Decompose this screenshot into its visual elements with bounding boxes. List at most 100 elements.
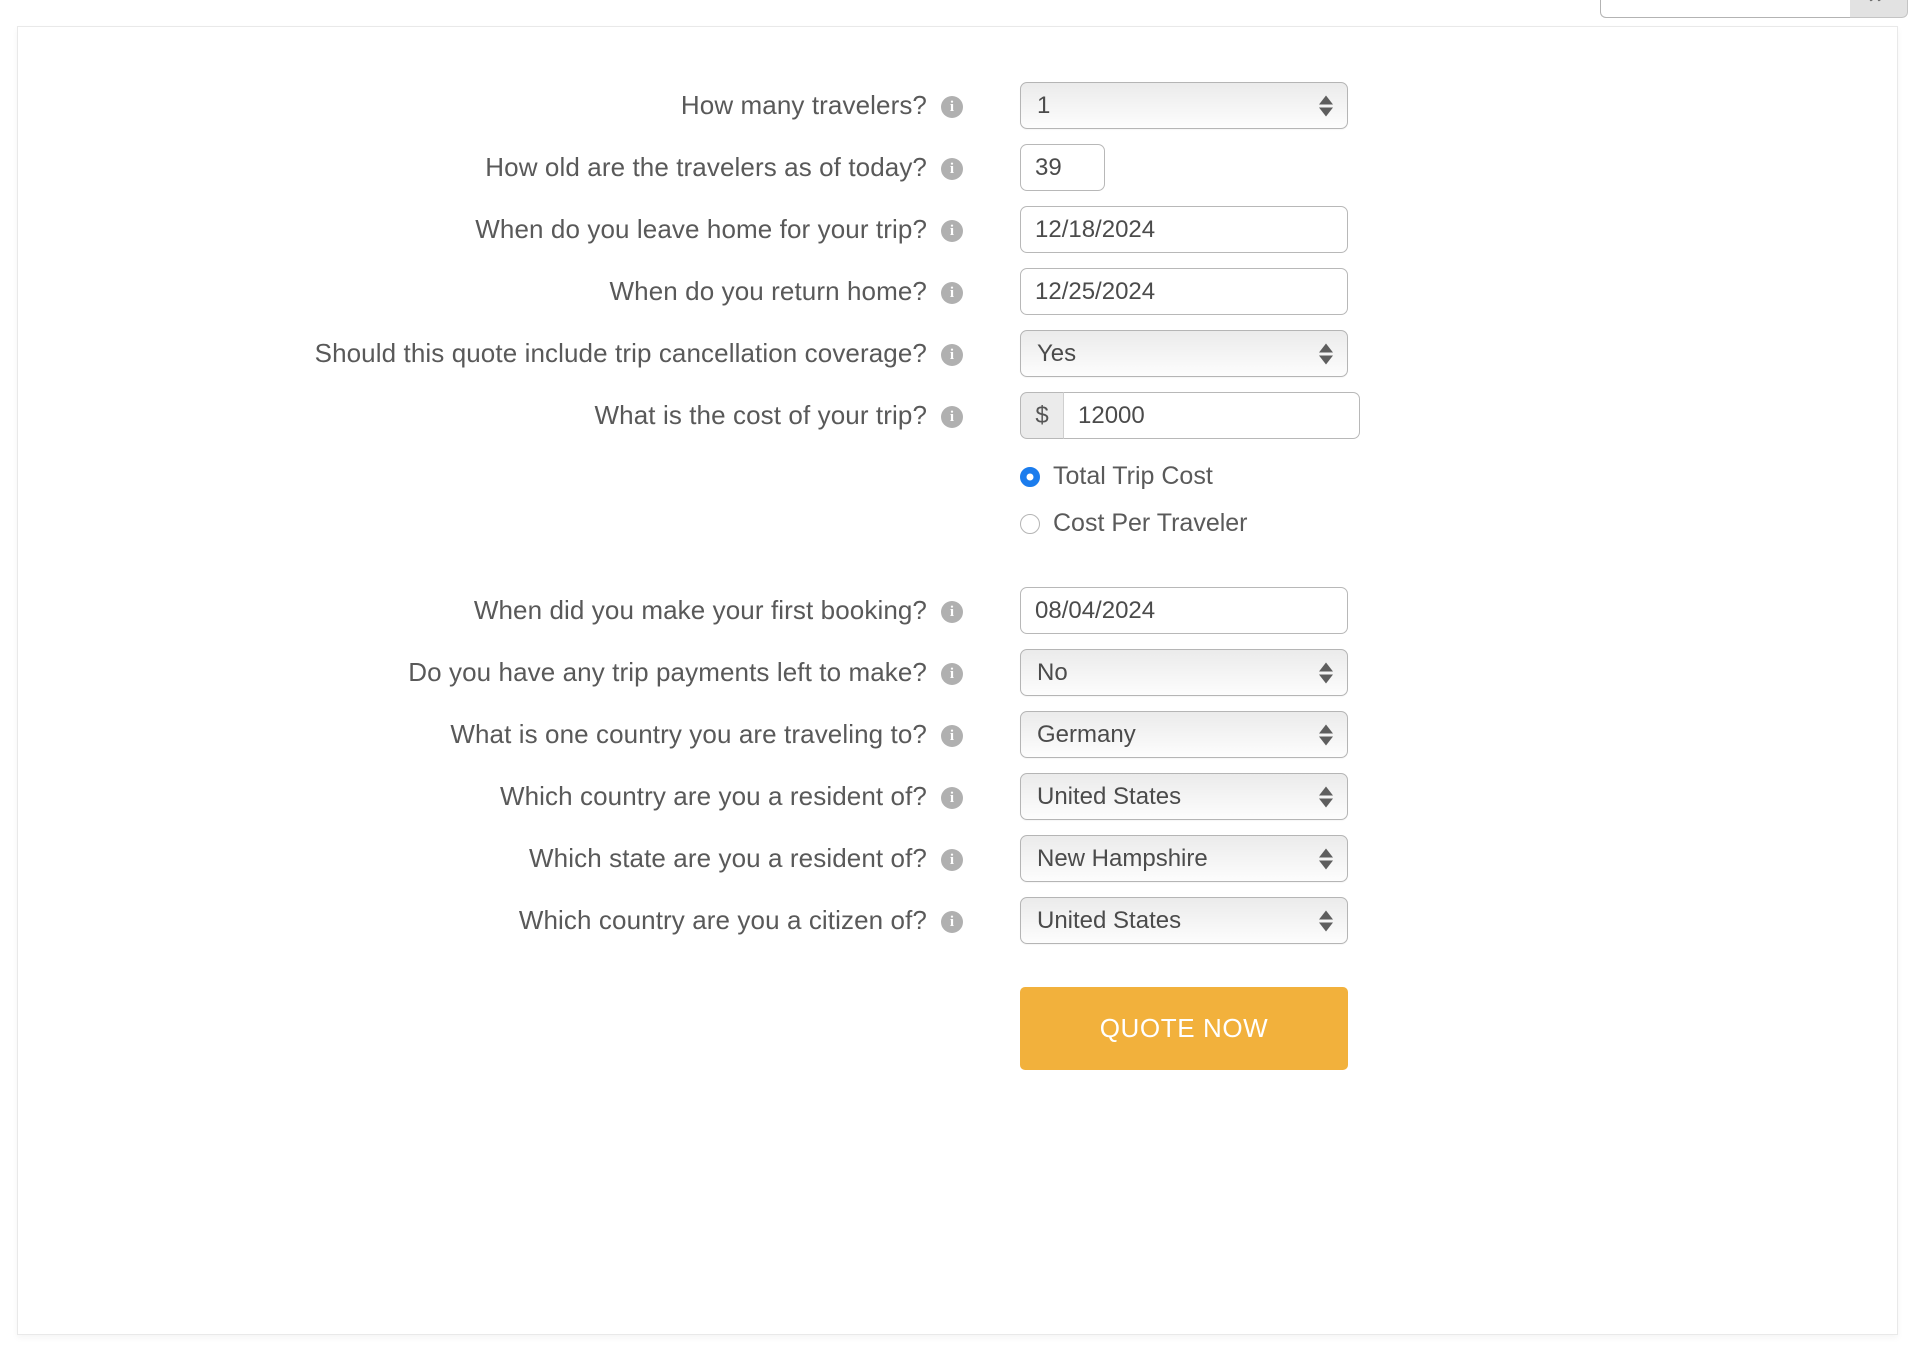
currency-symbol-addon: $ [1020, 392, 1064, 439]
label-payments-left-text: Do you have any trip payments left to ma… [408, 657, 927, 688]
label-destination-country-text: What is one country you are traveling to… [450, 719, 927, 750]
chevron-updown-icon [1319, 848, 1333, 869]
select-citizenship-country-value: United States [1037, 906, 1182, 934]
info-icon-depart-date[interactable]: i [941, 219, 963, 242]
input-traveler-ages[interactable] [1020, 144, 1105, 191]
radio-icon-selected [1020, 466, 1040, 487]
info-icon-residence-state[interactable]: i [941, 848, 963, 871]
info-icon-destination-country[interactable]: i [941, 724, 963, 747]
form-row-travelers: How many travelers? i 1 [18, 82, 1897, 129]
chevron-updown-icon [1319, 662, 1333, 683]
select-destination-country-value: Germany [1037, 720, 1136, 748]
info-icon-trip-cost[interactable]: i [941, 405, 963, 428]
form-row-residence-state: Which state are you a resident of? i New… [18, 835, 1897, 882]
label-trip-cost-text: What is the cost of your trip? [594, 400, 927, 431]
info-icon-first-booking-date[interactable]: i [941, 600, 963, 623]
select-citizenship-country[interactable]: United States [1020, 897, 1348, 944]
label-return-date: When do you return home? i [18, 275, 963, 308]
field-destination-country: Germany [963, 711, 1348, 758]
field-cancellation-coverage: Yes [963, 330, 1348, 377]
form-row-return-date: When do you return home? i [18, 268, 1897, 315]
field-submit: QUOTE NOW [963, 959, 1348, 1070]
select-cancellation-coverage-value: Yes [1037, 339, 1077, 367]
field-depart-date [963, 206, 1348, 253]
info-icon-payments-left[interactable]: i [941, 662, 963, 685]
info-icon-return-date[interactable]: i [941, 281, 963, 304]
label-destination-country: What is one country you are traveling to… [18, 718, 963, 751]
field-payments-left: No [963, 649, 1348, 696]
search-input[interactable] [1600, 0, 1850, 18]
select-residence-state-value: New Hampshire [1037, 844, 1208, 872]
field-travelers: 1 [963, 82, 1348, 129]
label-traveler-ages-text: How old are the travelers as of today? [485, 152, 927, 183]
select-payments-left-value: No [1037, 658, 1068, 686]
label-first-booking-date-text: When did you make your first booking? [473, 595, 927, 626]
label-travelers-text: How many travelers? [680, 90, 927, 121]
label-citizenship-country-text: Which country are you a citizen of? [518, 905, 927, 936]
input-return-date[interactable] [1020, 268, 1348, 315]
chevron-double-right-icon [1868, 0, 1890, 2]
field-return-date [963, 268, 1348, 315]
label-payments-left: Do you have any trip payments left to ma… [18, 656, 963, 689]
select-travelers-value: 1 [1037, 91, 1051, 119]
label-return-date-text: When do you return home? [609, 276, 927, 307]
chevron-updown-icon [1319, 95, 1333, 116]
label-cancellation-coverage: Should this quote include trip cancellat… [18, 337, 963, 370]
label-depart-date-text: When do you leave home for your trip? [475, 214, 927, 245]
select-residence-state[interactable]: New Hampshire [1020, 835, 1348, 882]
field-cost-basis: Total Trip Cost Cost Per Traveler [963, 454, 1248, 572]
field-citizenship-country: United States [963, 897, 1348, 944]
quote-now-button[interactable]: QUOTE NOW [1020, 987, 1348, 1070]
form-row-traveler-ages: How old are the travelers as of today? i [18, 144, 1897, 191]
form-row-citizenship-country: Which country are you a citizen of? i Un… [18, 897, 1897, 944]
info-icon-travelers[interactable]: i [941, 95, 963, 118]
form-row-submit: QUOTE NOW [18, 959, 1897, 1070]
form-row-payments-left: Do you have any trip payments left to ma… [18, 649, 1897, 696]
travel-insurance-quote-form: How many travelers? i 1 How old are the … [18, 27, 1897, 1070]
input-trip-cost[interactable] [1064, 392, 1360, 439]
radio-label-cost-per-traveler: Cost Per Traveler [1053, 509, 1248, 537]
label-residence-country-text: Which country are you a resident of? [499, 781, 927, 812]
field-first-booking-date [963, 587, 1348, 634]
radio-group-cost-basis: Total Trip Cost Cost Per Traveler [1020, 462, 1248, 556]
radio-option-total-trip-cost[interactable]: Total Trip Cost [1020, 462, 1248, 491]
select-travelers[interactable]: 1 [1020, 82, 1348, 129]
chevron-updown-icon [1319, 724, 1333, 745]
chevron-updown-icon [1319, 343, 1333, 364]
input-depart-date[interactable] [1020, 206, 1348, 253]
form-row-residence-country: Which country are you a resident of? i U… [18, 773, 1897, 820]
label-residence-country: Which country are you a resident of? i [18, 780, 963, 813]
input-first-booking-date[interactable] [1020, 587, 1348, 634]
radio-option-cost-per-traveler[interactable]: Cost Per Traveler [1020, 509, 1248, 538]
form-row-trip-cost: What is the cost of your trip? i $ [18, 392, 1897, 439]
label-residence-state: Which state are you a resident of? i [18, 842, 963, 875]
label-traveler-ages: How old are the travelers as of today? i [18, 151, 963, 184]
form-row-first-booking-date: When did you make your first booking? i [18, 587, 1897, 634]
radio-label-total-trip-cost: Total Trip Cost [1053, 462, 1213, 490]
form-row-destination-country: What is one country you are traveling to… [18, 711, 1897, 758]
top-bar-strip [0, 0, 1926, 20]
top-search-group [1600, 0, 1908, 18]
field-residence-state: New Hampshire [963, 835, 1348, 882]
input-group-trip-cost: $ [1020, 392, 1360, 439]
select-residence-country[interactable]: United States [1020, 773, 1348, 820]
form-row-depart-date: When do you leave home for your trip? i [18, 206, 1897, 253]
quote-form-panel: How many travelers? i 1 How old are the … [17, 26, 1898, 1335]
chevron-updown-icon [1319, 910, 1333, 931]
info-icon-traveler-ages[interactable]: i [941, 157, 963, 180]
select-destination-country[interactable]: Germany [1020, 711, 1348, 758]
form-row-cost-basis: Total Trip Cost Cost Per Traveler [18, 454, 1897, 572]
search-submit-button[interactable] [1850, 0, 1908, 18]
chevron-updown-icon [1319, 786, 1333, 807]
label-travelers: How many travelers? i [18, 89, 963, 122]
info-icon-residence-country[interactable]: i [941, 786, 963, 809]
field-trip-cost: $ [963, 392, 1360, 439]
label-citizenship-country: Which country are you a citizen of? i [18, 904, 963, 937]
select-cancellation-coverage[interactable]: Yes [1020, 330, 1348, 377]
field-residence-country: United States [963, 773, 1348, 820]
select-payments-left[interactable]: No [1020, 649, 1348, 696]
info-icon-cancellation-coverage[interactable]: i [941, 343, 963, 366]
info-icon-citizenship-country[interactable]: i [941, 910, 963, 933]
label-cancellation-coverage-text: Should this quote include trip cancellat… [314, 338, 927, 369]
radio-icon-unselected [1020, 513, 1040, 534]
